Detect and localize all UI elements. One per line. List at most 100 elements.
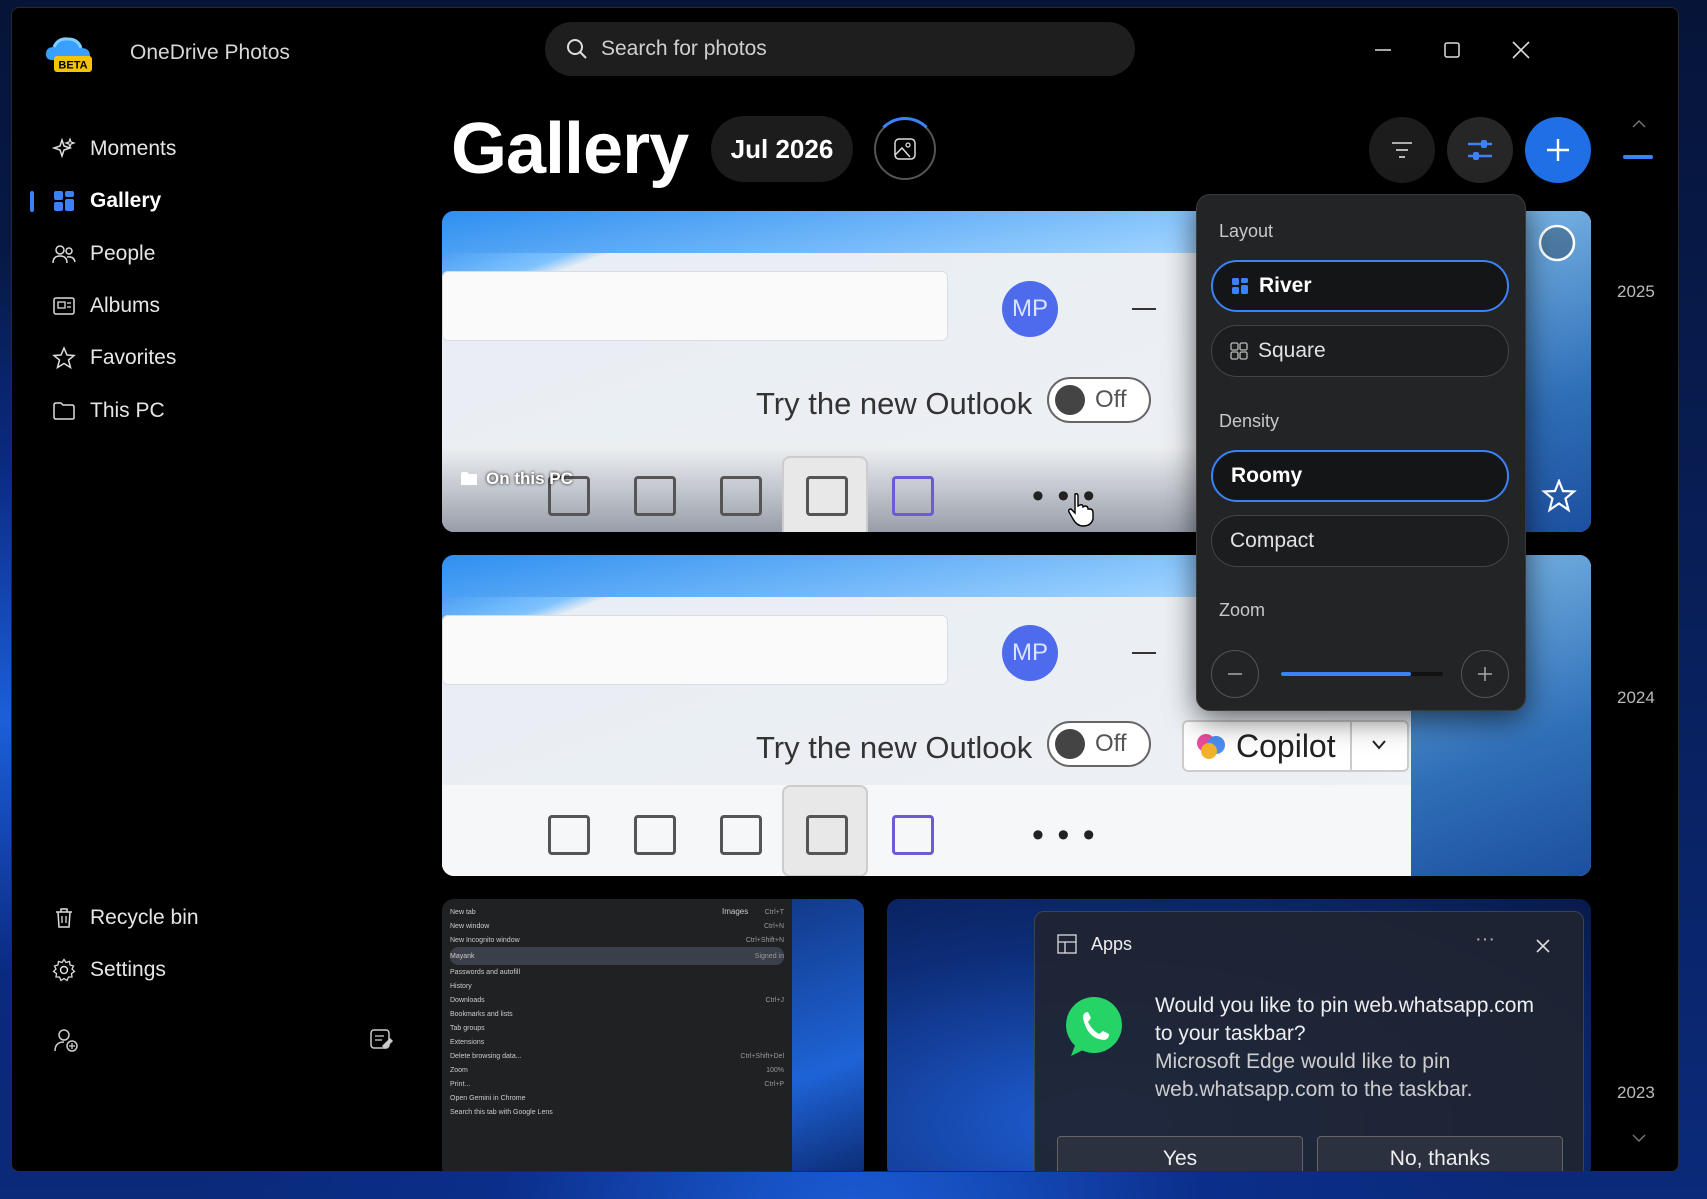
- timeline-year[interactable]: 2025: [1617, 282, 1655, 302]
- photo-text: Images: [722, 907, 749, 916]
- app-title: OneDrive Photos: [130, 41, 290, 64]
- folder-icon: [52, 399, 76, 423]
- feedback-button[interactable]: [362, 1020, 402, 1060]
- search-placeholder: Search for photos: [601, 37, 767, 60]
- sidebar-item-recycle-bin[interactable]: Recycle bin: [30, 898, 390, 938]
- zoom-in-button[interactable]: [1461, 650, 1509, 698]
- menu-section-label: Layout: [1219, 221, 1274, 241]
- sidebar-item-moments[interactable]: Moments: [30, 129, 390, 169]
- menu-row: Zoom 100%: [450, 1066, 784, 1074]
- sidebar-item-label: This PC: [90, 399, 165, 422]
- favorite-star-icon[interactable]: [1541, 479, 1577, 513]
- add-button[interactable]: [1525, 117, 1591, 183]
- gallery-icon: [52, 189, 76, 213]
- select-circle-icon[interactable]: [1537, 223, 1577, 263]
- feedback-icon: [370, 1029, 393, 1049]
- plus-icon: [1478, 667, 1492, 681]
- sidebar-item-favorites[interactable]: Favorites: [30, 338, 390, 378]
- close-icon: [1536, 939, 1550, 953]
- sliders-icon: [1468, 140, 1492, 160]
- density-option-compact[interactable]: Compact: [1211, 515, 1509, 567]
- sidebar-item-label: Settings: [90, 958, 166, 981]
- sidebar-item-settings[interactable]: Settings: [30, 950, 390, 990]
- sidebar-item-gallery[interactable]: Gallery: [30, 181, 390, 221]
- search-bar[interactable]: Search for photos: [545, 22, 1135, 76]
- view-options-button[interactable]: [1447, 117, 1513, 183]
- add-account-button[interactable]: [46, 1020, 86, 1060]
- close-button[interactable]: [1501, 30, 1541, 70]
- people-icon: [52, 242, 76, 266]
- page-title: Gallery: [451, 109, 689, 189]
- grid-icon: [1230, 342, 1248, 360]
- app-window: BETA OneDrive Photos Search for photos M…: [11, 7, 1679, 1172]
- copilot-icon: [1197, 734, 1225, 759]
- minus-icon: [1228, 673, 1242, 675]
- sidebar-item-albums[interactable]: Albums: [30, 286, 390, 326]
- photo-text: Try the new Outlook: [756, 386, 1033, 421]
- close-icon: [1512, 41, 1530, 59]
- apps-icon: [1057, 934, 1077, 954]
- sidebar-item-label: Moments: [90, 137, 177, 160]
- trash-icon: [52, 906, 76, 930]
- image-view-button[interactable]: [873, 117, 937, 180]
- album-icon: [52, 294, 76, 318]
- layout-option-river[interactable]: River: [1211, 260, 1509, 312]
- plus-icon: [1547, 139, 1569, 161]
- menu-row: Search this tab with Google Lens: [450, 1108, 553, 1116]
- sidebar-item-label: Recycle bin: [90, 906, 199, 929]
- layout-option-square[interactable]: Square: [1211, 325, 1509, 377]
- sidebar-item-label: Favorites: [90, 346, 177, 369]
- avatar: MP: [1002, 281, 1058, 337]
- maximize-button[interactable]: [1432, 30, 1472, 70]
- onedrive-logo: BETA: [46, 37, 92, 72]
- avatar: MP: [1002, 625, 1058, 681]
- menu-row: Open Gemini in Chrome: [450, 1094, 526, 1102]
- zoom-slider-fill: [1281, 672, 1411, 676]
- density-option-roomy[interactable]: Roomy: [1211, 450, 1509, 502]
- photo-tile[interactable]: Apps ··· Would you like to pin web.whats…: [887, 899, 1591, 1171]
- minimize-icon: [1375, 49, 1391, 51]
- zoom-slider[interactable]: [1281, 672, 1443, 676]
- menu-row: Tab groups: [450, 1024, 485, 1032]
- filter-icon: [1392, 142, 1412, 158]
- timeline-year[interactable]: 2023: [1617, 1083, 1655, 1103]
- photo-text: Microsoft Edge would like to pin web.wha…: [1155, 1050, 1473, 1101]
- timeline-thumb[interactable]: [1623, 155, 1653, 159]
- photo-tile[interactable]: New tab Ctrl+T New window Ctrl+N New Incogni…: [442, 899, 864, 1171]
- menu-row: Downloads Ctrl+J: [450, 996, 784, 1004]
- sidebar-item-label: Albums: [90, 294, 161, 317]
- date-picker-button[interactable]: Jul 2026: [711, 116, 853, 182]
- menu-row: Print... Ctrl+P: [450, 1080, 784, 1088]
- svg-text:BETA: BETA: [58, 60, 87, 72]
- photo-image: New tab Ctrl+T New window Ctrl+N New Incogni…: [442, 899, 792, 1171]
- photo-image: Apps ··· Would you like to pin web.whats…: [1034, 911, 1584, 1171]
- scroll-down-icon[interactable]: [1631, 1132, 1647, 1144]
- whatsapp-logo: [1066, 997, 1122, 1056]
- photo-text: Would you like to pin web.whatsapp.com t…: [1155, 994, 1534, 1045]
- image-icon: [894, 138, 916, 160]
- menu-section-label: Zoom: [1219, 600, 1266, 620]
- menu-row: Delete browsing data... Ctrl+Shift+Del: [450, 1052, 784, 1060]
- menu-row: Extensions: [450, 1038, 485, 1046]
- maximize-icon: [1444, 42, 1460, 58]
- menu-row: New window Ctrl+N: [450, 922, 784, 930]
- timeline-year[interactable]: 2024: [1617, 688, 1655, 708]
- view-options-menu: Layout River Square Density Roomy Compac…: [1196, 194, 1526, 711]
- menu-section-label: Density: [1219, 411, 1280, 431]
- photo-text: Yes: [1057, 1136, 1303, 1171]
- sidebar-item-people[interactable]: People: [30, 234, 390, 274]
- filter-button[interactable]: [1369, 117, 1435, 183]
- gear-icon: [52, 958, 76, 982]
- chevron-down-icon: [1372, 740, 1386, 750]
- zoom-out-button[interactable]: [1211, 650, 1259, 698]
- photo-text: Apps: [1091, 934, 1133, 954]
- add-person-icon: [54, 1029, 78, 1052]
- photo-toggle: Off: [1047, 721, 1151, 767]
- sidebar-item-this-pc[interactable]: This PC: [30, 391, 390, 431]
- photo-copilot-button: Copilot: [1182, 720, 1409, 772]
- search-icon: [567, 39, 587, 59]
- folder-icon: [461, 472, 477, 485]
- minimize-button[interactable]: [1363, 30, 1403, 70]
- scroll-up-icon[interactable]: [1631, 118, 1647, 130]
- hand-cursor-icon: [1068, 493, 1094, 527]
